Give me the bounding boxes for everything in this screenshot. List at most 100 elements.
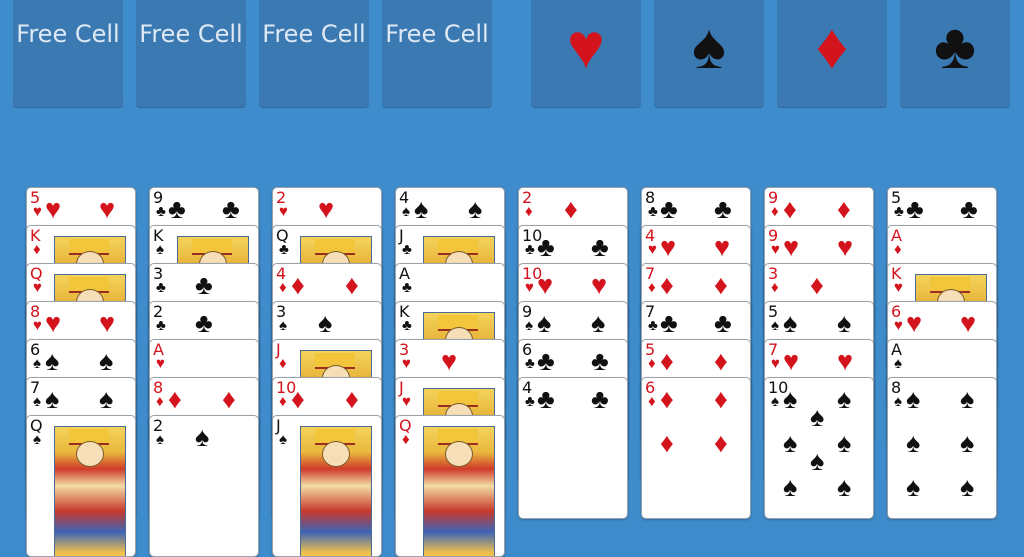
heart-icon: ♥ — [906, 308, 923, 338]
club-icon: ♣ — [591, 232, 609, 262]
spade-icon: ♠ — [906, 384, 921, 414]
club-icon: ♣ — [156, 279, 166, 296]
diamond-icon: ♦ — [345, 384, 359, 414]
heart-icon: ♥ — [894, 279, 903, 296]
heart-icon: ♥ — [714, 232, 731, 262]
club-icon: ♣ — [525, 393, 535, 410]
free-cell-1[interactable]: Free Cell — [13, 0, 123, 108]
club-icon: ♣ — [222, 194, 240, 224]
spade-icon: ♠ — [692, 10, 726, 82]
free-cell-label: Free Cell — [385, 20, 489, 48]
heart-icon: ♥ — [279, 203, 288, 220]
heart-icon: ♥ — [33, 279, 42, 296]
tableau-column-4[interactable]: 4 ♠ ♠ ♠ J ♣ A ♣ K ♣ 3 ♥ ♥ J ♥ Q ♦ — [395, 187, 505, 557]
club-icon: ♣ — [660, 194, 678, 224]
card[interactable]: 8 ♠ ♠ ♠ ♠ ♠ ♠ ♠ — [887, 377, 997, 519]
heart-icon: ♥ — [894, 317, 903, 334]
card[interactable]: Q ♠ — [26, 415, 136, 557]
heart-icon: ♥ — [537, 270, 554, 300]
card[interactable]: 4 ♣ ♣ ♣ — [518, 377, 628, 519]
court-card-art — [423, 426, 495, 556]
heart-icon: ♥ — [402, 393, 411, 410]
foundation-diamonds[interactable]: ♦ — [777, 0, 887, 108]
spade-icon: ♠ — [837, 472, 852, 502]
card[interactable]: 6 ♦ ♦ ♦ ♦ ♦ — [641, 377, 751, 519]
heart-icon: ♥ — [783, 232, 800, 262]
club-icon: ♣ — [660, 308, 678, 338]
free-cell-4[interactable]: Free Cell — [382, 0, 492, 108]
diamond-icon: ♦ — [279, 393, 287, 410]
spade-icon: ♠ — [960, 428, 975, 458]
spade-icon: ♠ — [783, 428, 798, 458]
heart-icon: ♥ — [99, 194, 116, 224]
heart-icon: ♥ — [99, 308, 116, 338]
heart-icon: ♥ — [783, 346, 800, 376]
spade-icon: ♠ — [960, 472, 975, 502]
court-card-art — [54, 426, 126, 556]
diamond-icon: ♦ — [771, 279, 779, 296]
spade-icon: ♠ — [837, 308, 852, 338]
club-icon: ♣ — [648, 203, 658, 220]
spade-icon: ♠ — [591, 308, 606, 338]
diamond-icon: ♦ — [648, 279, 656, 296]
club-icon: ♣ — [537, 384, 555, 414]
foundation-hearts[interactable]: ♥ — [531, 0, 641, 108]
diamond-icon: ♦ — [660, 270, 674, 300]
card[interactable]: 2 ♠ ♠ — [149, 415, 259, 557]
spade-icon: ♠ — [318, 308, 333, 338]
club-icon: ♣ — [402, 241, 412, 258]
diamond-icon: ♦ — [222, 384, 236, 414]
spade-icon: ♠ — [414, 194, 429, 224]
court-card-art — [300, 426, 372, 556]
club-icon: ♣ — [195, 270, 213, 300]
club-icon: ♣ — [537, 346, 555, 376]
tableau-column-5[interactable]: 2 ♦ ♦ 10 ♣ ♣ ♣ 10 ♥ ♥ ♥ 9 ♠ ♠ ♠ 6 ♣ ♣ ♣ 4 ♣ ♣ ♣ — [518, 187, 628, 519]
card[interactable]: Q ♦ — [395, 415, 505, 557]
spade-icon: ♠ — [45, 346, 60, 376]
card[interactable]: 10 ♠ ♠ ♠ ♠ ♠ ♠ ♠ ♠ ♠ — [764, 377, 874, 519]
tableau-column-8[interactable]: 5 ♣ ♣ ♣ A ♦ K ♥ 6 ♥ ♥ ♥ A ♠ 8 ♠ ♠ ♠ ♠ ♠ ♠ ♠ — [887, 187, 997, 519]
heart-icon: ♥ — [648, 241, 657, 258]
tableau-column-7[interactable]: 9 ♦ ♦ ♦ 9 ♥ ♥ ♥ 3 ♦ ♦ 5 ♠ ♠ ♠ 7 ♥ ♥ ♥ 10 ♠ ♠ ♠ ♠ ♠ ♠ ♠ ♠ ♠ — [764, 187, 874, 519]
diamond-icon: ♦ — [648, 355, 656, 372]
heart-icon: ♥ — [567, 10, 605, 82]
tableau-column-6[interactable]: 8 ♣ ♣ ♣ 4 ♥ ♥ ♥ 7 ♦ ♦ ♦ 7 ♣ ♣ ♣ 5 ♦ ♦ ♦ 6 ♦ ♦ ♦ ♦ ♦ — [641, 187, 751, 519]
club-icon: ♣ — [906, 194, 924, 224]
heart-icon: ♥ — [837, 232, 854, 262]
club-icon: ♣ — [648, 317, 658, 334]
spade-icon: ♠ — [45, 384, 60, 414]
free-cell-2[interactable]: Free Cell — [136, 0, 246, 108]
free-cell-label: Free Cell — [139, 20, 243, 48]
club-icon: ♣ — [525, 355, 535, 372]
diamond-icon: ♦ — [714, 270, 728, 300]
diamond-icon: ♦ — [279, 279, 287, 296]
club-icon: ♣ — [195, 308, 213, 338]
tableau-column-1[interactable]: 5 ♥ ♥ ♥ K ♦ Q ♥ 8 ♥ ♥ ♥ 6 ♠ ♠ ♠ 7 ♠ ♠ ♠ Q ♠ — [26, 187, 136, 557]
spade-icon: ♠ — [906, 428, 921, 458]
diamond-icon: ♦ — [810, 270, 824, 300]
heart-icon: ♥ — [45, 194, 62, 224]
diamond-icon: ♦ — [894, 241, 902, 258]
spade-icon: ♠ — [279, 431, 287, 448]
diamond-icon: ♦ — [815, 10, 849, 82]
spade-icon: ♠ — [837, 384, 852, 414]
spade-icon: ♠ — [402, 203, 410, 220]
heart-icon: ♥ — [441, 346, 458, 376]
foundation-clubs[interactable]: ♣ — [900, 0, 1010, 108]
diamond-icon: ♦ — [771, 203, 779, 220]
court-figure — [322, 441, 350, 467]
heart-icon: ♥ — [771, 355, 780, 372]
club-icon: ♣ — [714, 194, 732, 224]
spade-icon: ♠ — [960, 384, 975, 414]
free-cell-3[interactable]: Free Cell — [259, 0, 369, 108]
card[interactable]: J ♠ — [272, 415, 382, 557]
tableau-column-2[interactable]: 9 ♣ ♣ ♣ K ♠ 3 ♣ ♣ 2 ♣ ♣ A ♥ 8 ♦ ♦ ♦ 2 ♠ ♠ — [149, 187, 259, 557]
diamond-icon: ♦ — [660, 384, 674, 414]
foundation-spades[interactable]: ♠ — [654, 0, 764, 108]
diamond-icon: ♦ — [402, 431, 410, 448]
club-icon: ♣ — [934, 10, 976, 82]
tableau-column-3[interactable]: 2 ♥ ♥ Q ♣ 4 ♦ ♦ ♦ 3 ♠ ♠ J ♦ 10 ♦ ♦ ♦ J ♠ — [272, 187, 382, 557]
diamond-icon: ♦ — [291, 384, 305, 414]
spade-icon: ♠ — [783, 472, 798, 502]
diamond-icon: ♦ — [714, 384, 728, 414]
